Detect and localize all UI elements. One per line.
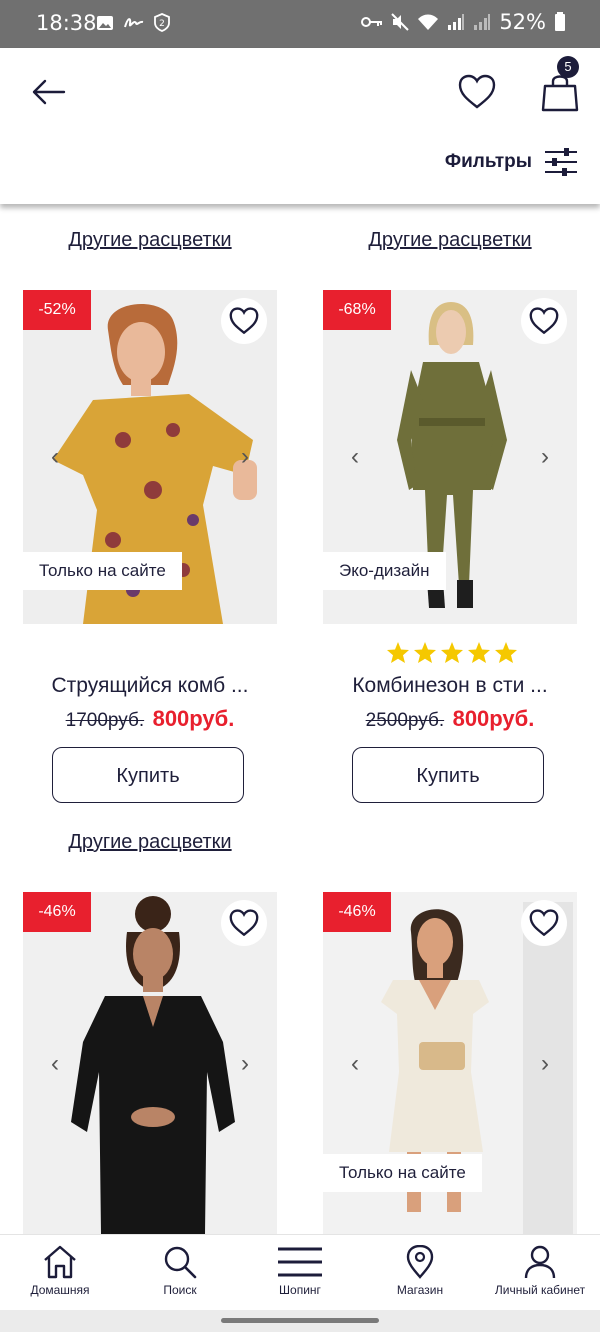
add-to-wishlist-button[interactable] — [221, 900, 267, 946]
heart-icon — [529, 307, 559, 335]
battery-percent: 52% — [499, 10, 546, 34]
filter-sliders-icon — [545, 148, 577, 176]
other-colors-link[interactable]: Другие расцветки — [323, 229, 577, 252]
home-icon — [44, 1245, 76, 1279]
discount-badge: -46% — [323, 892, 391, 932]
heart-icon — [529, 909, 559, 937]
mute-icon — [391, 13, 410, 31]
buy-button[interactable]: Купить — [352, 747, 544, 803]
product-image[interactable]: -52% ‹ › Только на сайте — [23, 290, 277, 624]
menu-icon — [278, 1247, 322, 1277]
prev-image-arrow[interactable]: ‹ — [345, 1050, 365, 1078]
product-image[interactable]: -46% ‹ › — [23, 892, 277, 1234]
key-icon — [361, 17, 383, 27]
discount-badge: -46% — [23, 892, 91, 932]
prev-image-arrow[interactable]: ‹ — [45, 1050, 65, 1078]
status-system-icons: 52% — [361, 10, 566, 34]
heart-icon — [229, 909, 259, 937]
nav-store[interactable]: Магазин — [360, 1235, 480, 1311]
status-bar: 18:38 2 52% — [0, 0, 600, 48]
gesture-bar — [0, 1310, 600, 1332]
status-time: 18:38 — [36, 11, 97, 35]
nav-label: Личный кабинет — [494, 1283, 586, 1297]
cart-count-badge: 5 — [557, 56, 579, 78]
old-price: 1700руб. — [65, 710, 145, 731]
nav-label: Поиск — [163, 1283, 197, 1297]
filters-label: Фильтры — [444, 151, 532, 172]
prev-image-arrow[interactable]: ‹ — [345, 443, 365, 471]
sale-price: 800руб. — [452, 706, 535, 731]
product-tag: Только на сайте — [23, 552, 182, 590]
shield-icon: 2 — [154, 13, 170, 32]
next-image-arrow[interactable]: › — [235, 1050, 255, 1078]
wishlist-heart-icon[interactable] — [458, 74, 496, 110]
nav-label: Домашняя — [30, 1283, 90, 1297]
heart-icon — [229, 307, 259, 335]
status-notification-icons: 2 — [96, 13, 170, 32]
bottom-navigation: Домашняя Поиск Шопинг Магазин Личный каб… — [0, 1234, 600, 1311]
prev-image-arrow[interactable]: ‹ — [45, 443, 65, 471]
add-to-wishlist-button[interactable] — [521, 298, 567, 344]
app-header: 5 Фильтры — [0, 48, 600, 204]
gallery-icon — [97, 15, 113, 30]
nav-account[interactable]: Личный кабинет — [480, 1235, 600, 1311]
buy-button[interactable]: Купить — [52, 747, 244, 803]
sale-price: 800руб. — [152, 706, 235, 731]
product-image[interactable]: -68% ‹ › Эко-дизайн — [323, 290, 577, 624]
old-price: 2500руб. — [365, 710, 445, 731]
product-title[interactable]: Комбинезон в сти ... — [300, 674, 600, 698]
discount-badge: -68% — [323, 290, 391, 330]
next-image-arrow[interactable]: › — [235, 443, 255, 471]
nav-search[interactable]: Поиск — [120, 1235, 240, 1311]
product-tag: Эко-дизайн — [323, 552, 446, 590]
wifi-icon — [418, 14, 439, 30]
shopping-bag-icon[interactable] — [540, 70, 580, 114]
product-prices: 2500руб. 800руб. — [300, 706, 600, 732]
rating-stars — [386, 641, 518, 664]
search-icon — [164, 1246, 197, 1279]
product-prices: 1700руб. 800руб. — [0, 706, 300, 732]
star-icon — [414, 642, 436, 663]
battery-icon — [555, 12, 565, 31]
add-to-wishlist-button[interactable] — [521, 900, 567, 946]
star-icon — [387, 642, 409, 663]
signal-2-icon — [474, 14, 491, 30]
discount-badge: -52% — [23, 290, 91, 330]
home-indicator[interactable] — [221, 1318, 379, 1323]
star-icon — [441, 642, 463, 663]
other-colors-link[interactable]: Другие расцветки — [23, 831, 277, 854]
product-tag: Только на сайте — [323, 1154, 482, 1192]
next-image-arrow[interactable]: › — [535, 1050, 555, 1078]
add-to-wishlist-button[interactable] — [221, 298, 267, 344]
nav-shopping[interactable]: Шопинг — [240, 1235, 360, 1311]
product-image[interactable]: -46% ‹ › Только на сайте — [323, 892, 577, 1234]
star-icon — [495, 642, 517, 663]
product-title[interactable]: Струящийся комб ... — [0, 674, 300, 698]
star-icon — [468, 642, 490, 663]
other-colors-link[interactable]: Другие расцветки — [23, 229, 277, 252]
nav-label: Шопинг — [279, 1283, 321, 1297]
signal-icon — [448, 14, 465, 30]
next-image-arrow[interactable]: › — [535, 443, 555, 471]
svg-text:2: 2 — [159, 19, 165, 29]
filters-button[interactable]: Фильтры — [445, 148, 578, 176]
location-pin-icon — [406, 1245, 434, 1279]
nav-home[interactable]: Домашняя — [0, 1235, 120, 1311]
user-icon — [524, 1245, 556, 1279]
nav-label: Магазин — [396, 1283, 444, 1297]
back-arrow-icon[interactable] — [30, 76, 66, 108]
product-grid: Другие расцветки Другие расцветки -52% ‹… — [0, 204, 600, 1234]
signature-icon — [124, 17, 144, 27]
